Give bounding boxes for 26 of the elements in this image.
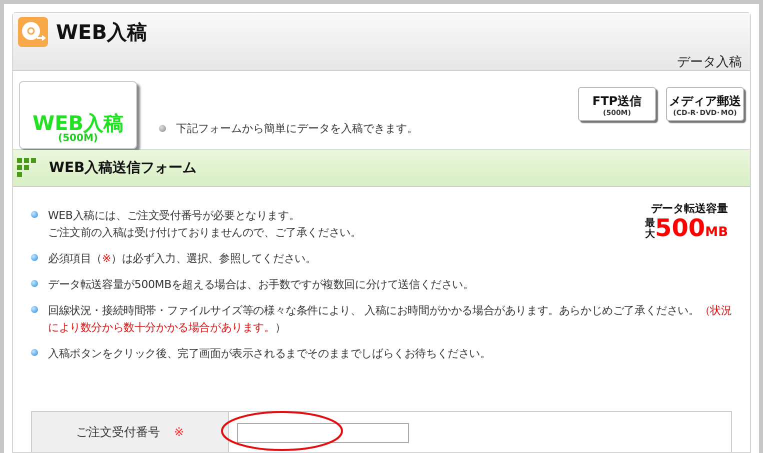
section-title: WEB入稿送信フォーム xyxy=(49,159,197,177)
capacity-value: 500 xyxy=(655,216,706,240)
notice-text: ご注文前の入稿は受け付けておりませんので、ご了承ください。 xyxy=(48,225,362,241)
page-title: WEB入稿 xyxy=(56,18,147,46)
capacity-prefix: 最大 xyxy=(645,218,656,240)
notice-text: 入稿ボタンをクリック後、完了画面が表示されるまでそのままでしばらくお待ちください。 xyxy=(48,346,491,362)
disc-upload-icon xyxy=(18,17,48,47)
bullet-icon xyxy=(31,211,38,218)
order-number-field[interactable] xyxy=(237,422,409,442)
notice-text: 必須項目（※）は必ず入力、選択、参照してください。 xyxy=(48,251,316,267)
bullet-icon xyxy=(31,306,38,313)
bullet-icon xyxy=(31,349,38,356)
web-upload-badge: WEB入稿 (500M) xyxy=(19,81,137,149)
bullet-icon xyxy=(31,280,38,287)
breadcrumb: データ入稿 xyxy=(677,54,742,71)
notice-text: データ転送容量が500MBを超える場合は、お手数ですが複数回に分けて送信ください。 xyxy=(48,277,474,293)
intro-text: 下記フォームから簡単にデータを入稿できます。 xyxy=(176,121,418,136)
field-label: ご注文受付番号 xyxy=(76,424,160,440)
notice-text: WEB入稿には、ご注文受付番号が必要となります。 xyxy=(48,208,301,224)
bullet-icon xyxy=(31,254,38,261)
required-mark: ※ xyxy=(174,425,184,439)
grid-squares-icon xyxy=(17,158,37,178)
bullet-icon xyxy=(159,125,166,132)
capacity-label: データ転送容量 xyxy=(651,201,728,216)
notice-text: 回線状況・接続時間帯・ファイルサイズ等の様々な条件により、 入稿にお時間がかかる場合があります。あらかじめご了承ください。（状況により数分から数十分かかる場合があります。） xyxy=(48,303,733,336)
capacity-unit: MB xyxy=(705,225,728,240)
